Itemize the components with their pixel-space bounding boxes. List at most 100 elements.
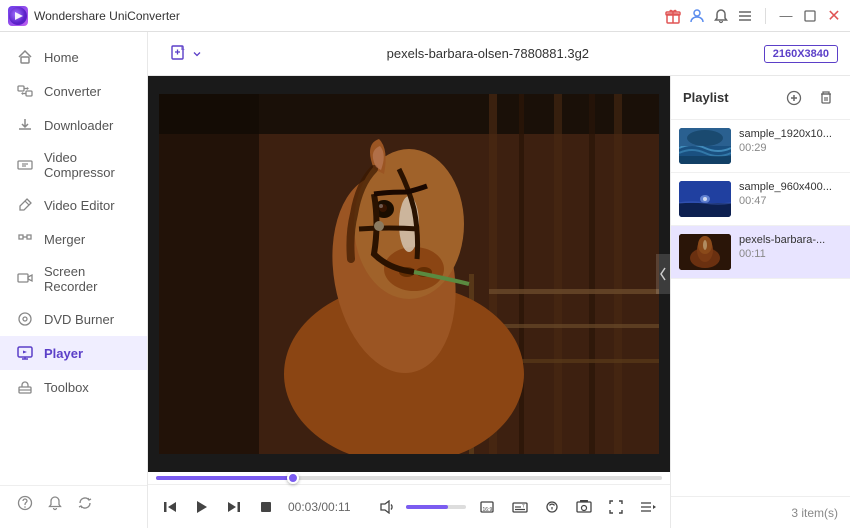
- collapse-panel-handle[interactable]: [656, 254, 670, 294]
- aspect-ratio-button[interactable]: 16:9: [474, 493, 502, 521]
- top-toolbar: pexels-barbara-olsen-7880881.3g2 2160X38…: [148, 32, 850, 76]
- sidebar-item-dvd-burner[interactable]: DVD Burner: [0, 302, 147, 336]
- sidebar-item-merger[interactable]: Merger: [0, 222, 147, 256]
- sidebar-label-home: Home: [44, 50, 79, 65]
- window-controls: — ✕: [665, 8, 842, 24]
- sidebar: Home Converter Downloader Video Compress…: [0, 32, 148, 528]
- screenshot-button[interactable]: [570, 493, 598, 521]
- playlist-title: Playlist: [683, 90, 782, 105]
- sidebar-bottom: [0, 485, 147, 520]
- record-icon: [16, 270, 34, 288]
- audio-track-button[interactable]: [538, 493, 566, 521]
- close-icon[interactable]: ✕: [826, 8, 842, 24]
- app-title: Wondershare UniConverter: [34, 9, 665, 23]
- sidebar-label-player: Player: [44, 346, 83, 361]
- playlist-thumbnail-3: [679, 234, 731, 270]
- playlist-item[interactable]: sample_1920x10... 00:29: [671, 120, 850, 173]
- playlist-delete-button[interactable]: [814, 86, 838, 110]
- downloader-icon: [16, 116, 34, 134]
- dropdown-chevron-icon: [192, 49, 202, 59]
- toolbox-icon: [16, 378, 34, 396]
- sidebar-label-compressor: Video Compressor: [44, 150, 131, 180]
- controls-bar: 00:03/00:11 16:9: [148, 484, 670, 528]
- add-file-icon: [170, 45, 188, 63]
- next-button[interactable]: [220, 493, 248, 521]
- minimize-icon[interactable]: —: [778, 8, 794, 24]
- editor-icon: [16, 196, 34, 214]
- playlist-item-info-3: pexels-barbara-... 00:11: [739, 234, 842, 260]
- add-files-button[interactable]: [160, 39, 212, 69]
- sidebar-item-video-editor[interactable]: Video Editor: [0, 188, 147, 222]
- playlist-item-duration-3: 00:11: [739, 248, 842, 260]
- item-count: 3 item(s): [791, 506, 838, 520]
- svg-text:16:9: 16:9: [483, 507, 493, 513]
- sidebar-item-toolbox[interactable]: Toolbox: [0, 370, 147, 404]
- time-display: 00:03/00:11: [284, 500, 355, 514]
- playlist-item-info-2: sample_960x400... 00:47: [739, 181, 842, 207]
- maximize-icon[interactable]: [802, 8, 818, 24]
- prev-button[interactable]: [156, 493, 184, 521]
- playlist-item-info-1: sample_1920x10... 00:29: [739, 128, 842, 154]
- merger-icon: [16, 230, 34, 248]
- sidebar-label-editor: Video Editor: [44, 198, 115, 213]
- content-area: pexels-barbara-olsen-7880881.3g2 2160X38…: [148, 32, 850, 528]
- playlist-item-name-2: sample_960x400...: [739, 181, 842, 193]
- compress-icon: [16, 156, 34, 174]
- playlist-item[interactable]: pexels-barbara-... 00:11: [671, 226, 850, 279]
- player-area: 00:03/00:11 16:9: [148, 76, 850, 528]
- playlist-panel: Playlist: [670, 76, 850, 528]
- video-panel: 00:03/00:11 16:9: [148, 76, 670, 528]
- svg-text:T: T: [522, 503, 525, 508]
- dvd-icon: [16, 310, 34, 328]
- sidebar-item-video-compressor[interactable]: Video Compressor: [0, 142, 147, 188]
- sidebar-label-merger: Merger: [44, 232, 85, 247]
- sync-icon[interactable]: [76, 494, 94, 512]
- sidebar-label-downloader: Downloader: [44, 118, 113, 133]
- playlist-item-duration-1: 00:29: [739, 142, 842, 154]
- progress-track[interactable]: [156, 476, 662, 480]
- sidebar-item-screen-recorder[interactable]: Screen Recorder: [0, 256, 147, 302]
- playlist-header: Playlist: [671, 76, 850, 120]
- home-icon: [16, 48, 34, 66]
- subtitle-button[interactable]: T: [506, 493, 534, 521]
- playlist-item-name-3: pexels-barbara-...: [739, 234, 842, 246]
- volume-slider[interactable]: [406, 505, 466, 509]
- bell-icon[interactable]: [46, 494, 64, 512]
- playlist-item[interactable]: sample_960x400... 00:47: [671, 173, 850, 226]
- video-container[interactable]: [148, 76, 670, 472]
- sidebar-item-player[interactable]: Player: [0, 336, 147, 370]
- app-logo: [8, 6, 28, 26]
- fullscreen-button[interactable]: [602, 493, 630, 521]
- progress-thumb[interactable]: [287, 472, 299, 484]
- main-layout: Home Converter Downloader Video Compress…: [0, 32, 850, 528]
- sidebar-item-home[interactable]: Home: [0, 40, 147, 74]
- playlist-actions: [782, 86, 838, 110]
- sidebar-item-downloader[interactable]: Downloader: [0, 108, 147, 142]
- playlist-item-duration-2: 00:47: [739, 195, 842, 207]
- playlist-thumbnail-2: [679, 181, 731, 217]
- sidebar-label-dvd: DVD Burner: [44, 312, 114, 327]
- notification-icon[interactable]: [713, 8, 729, 24]
- titlebar: Wondershare UniConverter — ✕: [0, 0, 850, 32]
- play-button[interactable]: [188, 493, 216, 521]
- menu-icon[interactable]: [737, 8, 753, 24]
- playlist-add-button[interactable]: [782, 86, 806, 110]
- playlist-items: sample_1920x10... 00:29: [671, 120, 850, 496]
- sidebar-label-converter: Converter: [44, 84, 101, 99]
- progress-fill: [156, 476, 293, 480]
- volume-fill: [406, 505, 448, 509]
- playlist-thumbnail-1: [679, 128, 731, 164]
- progress-container[interactable]: [148, 472, 670, 484]
- sidebar-label-recorder: Screen Recorder: [44, 264, 131, 294]
- user-icon[interactable]: [689, 8, 705, 24]
- stop-button[interactable]: [252, 493, 280, 521]
- sidebar-label-toolbox: Toolbox: [44, 380, 89, 395]
- converter-icon: [16, 82, 34, 100]
- volume-control: [374, 493, 466, 521]
- help-icon[interactable]: [16, 494, 34, 512]
- player-icon: [16, 344, 34, 362]
- playlist-toggle-button[interactable]: [634, 493, 662, 521]
- volume-icon[interactable]: [374, 493, 402, 521]
- sidebar-item-converter[interactable]: Converter: [0, 74, 147, 108]
- gift-icon[interactable]: [665, 8, 681, 24]
